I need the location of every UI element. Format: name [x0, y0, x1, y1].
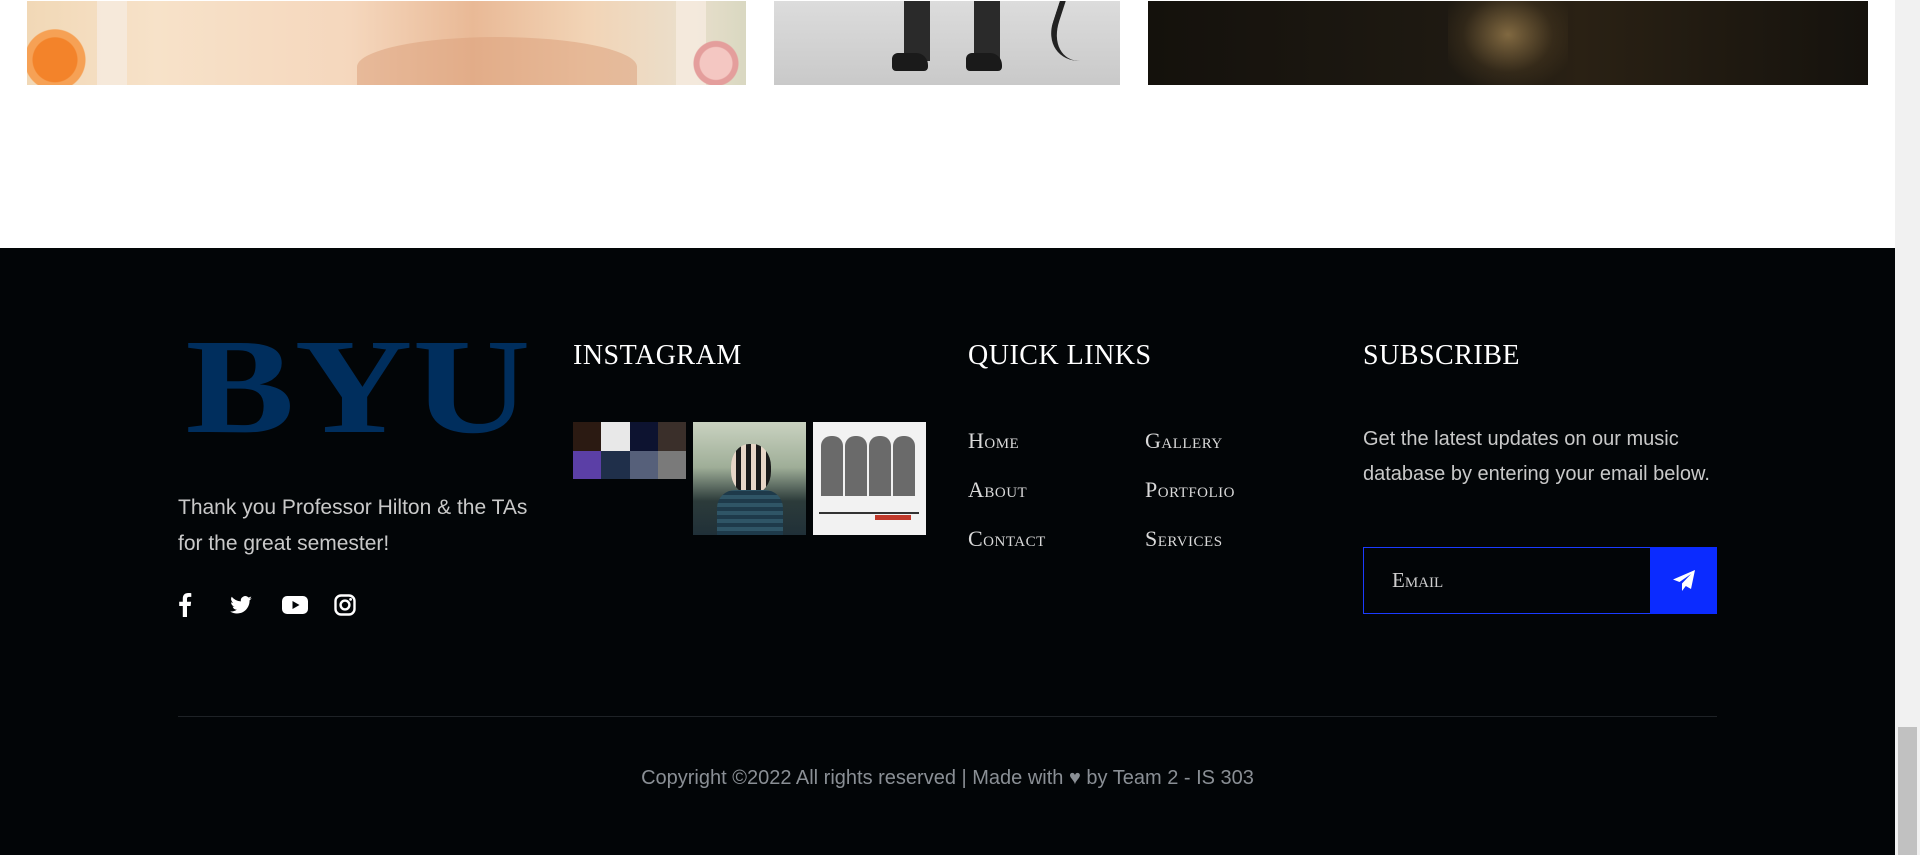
- instagram-icon: [334, 594, 356, 616]
- instagram-photo-1[interactable]: [573, 422, 686, 479]
- instagram-link[interactable]: [334, 590, 386, 620]
- paper-plane-icon: [1672, 569, 1695, 591]
- twitter-link[interactable]: [230, 590, 282, 620]
- link-services[interactable]: Services: [1145, 524, 1322, 554]
- gallery-image-2[interactable]: [774, 1, 1120, 85]
- copyright-text: Copyright ©2022 All rights reserved | Ma…: [0, 763, 1895, 793]
- subscribe-form: [1363, 547, 1717, 614]
- page: BYU Thank you Professor Hilton & the TAs…: [0, 0, 1920, 855]
- heart-icon: ♥: [1068, 767, 1081, 789]
- site-footer: BYU Thank you Professor Hilton & the TAs…: [0, 248, 1895, 855]
- subscribe-text: Get the latest updates on our music data…: [1363, 428, 1710, 485]
- link-gallery[interactable]: Gallery: [1145, 426, 1322, 456]
- link-contact[interactable]: Contact: [968, 524, 1145, 554]
- link-portfolio[interactable]: Portfolio: [1145, 475, 1322, 505]
- instagram-feed: [573, 422, 926, 535]
- gallery-image-1[interactable]: [27, 1, 746, 85]
- footer-about-text: Thank you Professor Hilton & the TAs for…: [178, 496, 528, 555]
- youtube-link[interactable]: [282, 590, 334, 620]
- copyright-prefix: Copyright ©2022 All rights reserved | Ma…: [641, 767, 1064, 789]
- quick-links-title: QUICK LINKS: [968, 340, 1152, 371]
- instagram-title: INSTAGRAM: [573, 340, 742, 371]
- link-home[interactable]: Home: [968, 426, 1145, 456]
- gallery-image-3[interactable]: [1148, 1, 1868, 85]
- footer-divider: [178, 716, 1717, 717]
- twitter-icon: [230, 596, 252, 614]
- instagram-photo-3[interactable]: [813, 422, 926, 535]
- link-about[interactable]: About: [968, 475, 1145, 505]
- gallery-strip: [0, 0, 1895, 248]
- subscribe-button[interactable]: [1650, 547, 1717, 614]
- facebook-icon: [179, 593, 192, 617]
- logo-text: BYU: [186, 332, 531, 442]
- instagram-photo-2[interactable]: [693, 422, 806, 535]
- scrollbar-thumb[interactable]: [1898, 727, 1917, 855]
- social-links: [178, 590, 386, 620]
- youtube-icon: [282, 596, 308, 614]
- copyright-suffix: by Team 2 - IS 303: [1086, 767, 1254, 789]
- facebook-link[interactable]: [178, 590, 230, 620]
- quick-links: Home Gallery About Portfolio Contact Ser…: [968, 426, 1322, 554]
- subscribe-title: SUBSCRIBE: [1363, 340, 1520, 371]
- email-input[interactable]: [1363, 547, 1650, 614]
- byu-logo[interactable]: BYU: [178, 332, 538, 442]
